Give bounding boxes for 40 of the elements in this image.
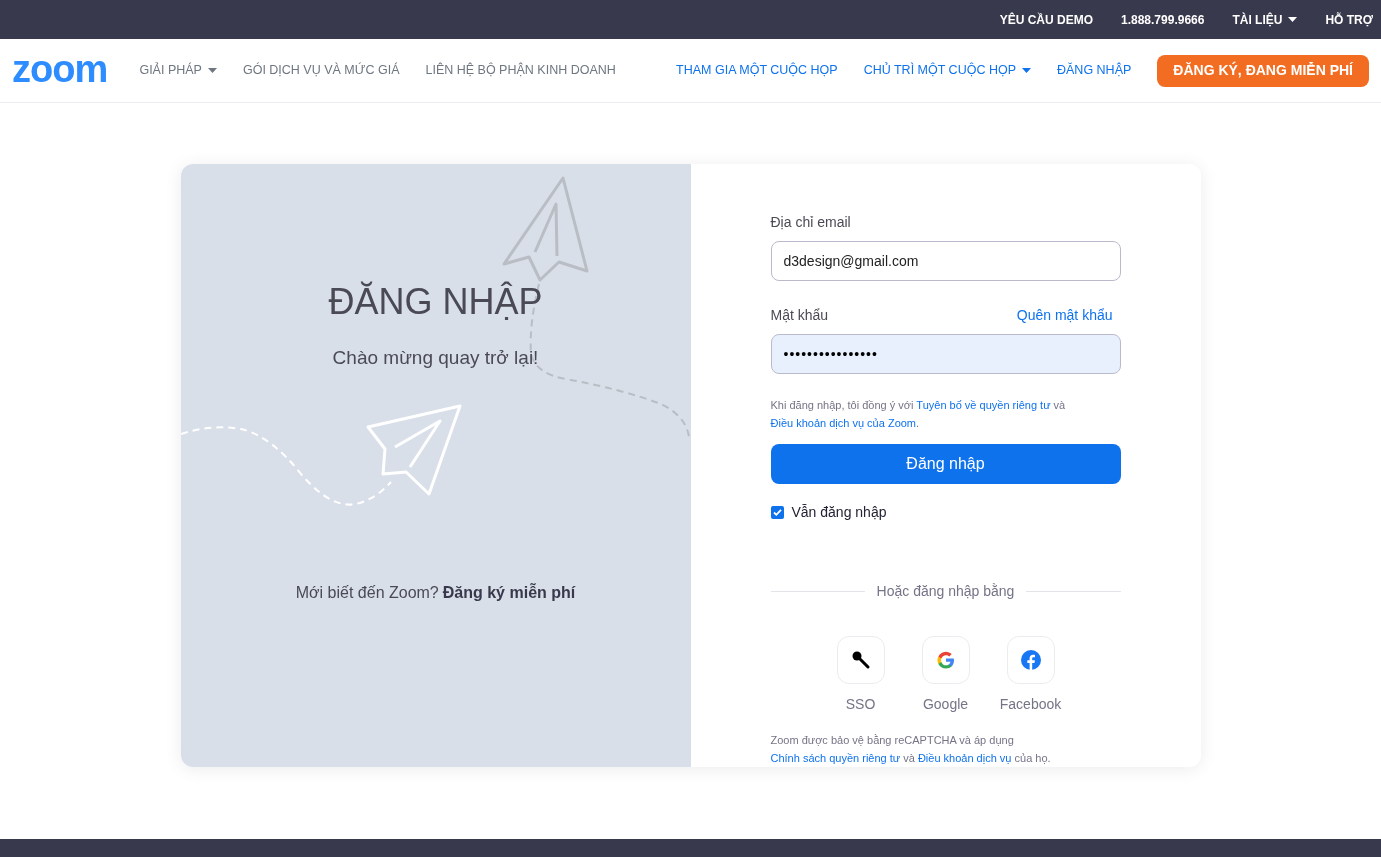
caret-icon: [1288, 17, 1298, 22]
provider-label: Google: [922, 695, 969, 714]
nav-link[interactable]: THAM GIA MỘT CUỘC HỌP: [676, 61, 838, 80]
top-bar-link[interactable]: 1.888.799.9666: [1121, 10, 1205, 29]
field-label: Địa chỉ email: [770, 213, 852, 232]
caret-icon: [207, 68, 217, 73]
sign-in-button[interactable]: Đăng nhập: [770, 444, 1121, 484]
field-label: Mật khẩu: [770, 306, 829, 325]
top-bar-link[interactable]: TÀI LIỆU: [1232, 10, 1298, 29]
nav-link[interactable]: LIÊN HỆ BỘ PHẬN KINH DOANH: [425, 61, 616, 80]
forgot-password-link[interactable]: Quên mật khẩu: [1016, 305, 1113, 326]
google-g-icon: [936, 651, 955, 669]
provider-label: SSO: [845, 695, 876, 714]
top-bar-link[interactable]: YÊU CẦU DEMO: [999, 10, 1093, 29]
policy-link[interactable]: Tuyên bố về quyền riêng tư: [916, 399, 1051, 411]
provider-label: Facebook: [999, 695, 1062, 714]
email-field[interactable]: d3design@gmail.com: [770, 241, 1121, 281]
sign-in-heading: ĐĂNG NHẬP: [328, 280, 543, 324]
nav-link[interactable]: CHỦ TRÌ MỘT CUỘC HỌP: [863, 61, 1031, 80]
policy-link[interactable]: Điều khoản dịch vụ: [917, 752, 1012, 764]
remember-label: Vẫn đăng nhập: [791, 503, 887, 522]
signup-prompt: Mới biết đến Zoom?: [295, 582, 439, 603]
sign-in-provider-button[interactable]: [836, 636, 885, 684]
password-field[interactable]: ••••••••••••••••: [770, 334, 1121, 374]
facebook-icon: [1020, 650, 1041, 670]
nav-link[interactable]: GÓI DỊCH VỤ VÀ MỨC GIÁ: [242, 61, 400, 80]
remember-checkbox[interactable]: [770, 506, 784, 519]
sign-up-button[interactable]: ĐĂNG KÝ, ĐANG MIỄN PHÍ: [1157, 54, 1369, 87]
consent-text: Khi đăng nhập, tôi đồng ý với Tuyên bố về quyền riêng tư và Điều khoản dịch vụ của Zoom.: [770, 398, 1067, 431]
nav-link[interactable]: GIẢI PHÁP: [139, 61, 217, 80]
divider-text: Hoặc đăng nhập bằng: [876, 582, 1015, 601]
zoom-logo[interactable]: zoom: [12, 49, 108, 88]
policy-link[interactable]: Chính sách quyền riêng tư: [770, 752, 901, 764]
recaptcha-notice: Zoom được bảo vệ bằng reCAPTCHA và áp dụng Chính sách quyền riêng tư và Điều khoản dịch vụ của họ.: [770, 733, 1052, 766]
caret-icon: [1022, 68, 1031, 73]
top-bar-link[interactable]: HỖ TRỢ: [1325, 10, 1373, 29]
signup-link[interactable]: Đăng ký miễn phí: [442, 580, 576, 605]
nav-link[interactable]: ĐĂNG NHẬP: [1057, 61, 1132, 80]
key-icon: [850, 650, 871, 670]
welcome-subtitle: Chào mừng quay trở lại!: [332, 346, 539, 370]
